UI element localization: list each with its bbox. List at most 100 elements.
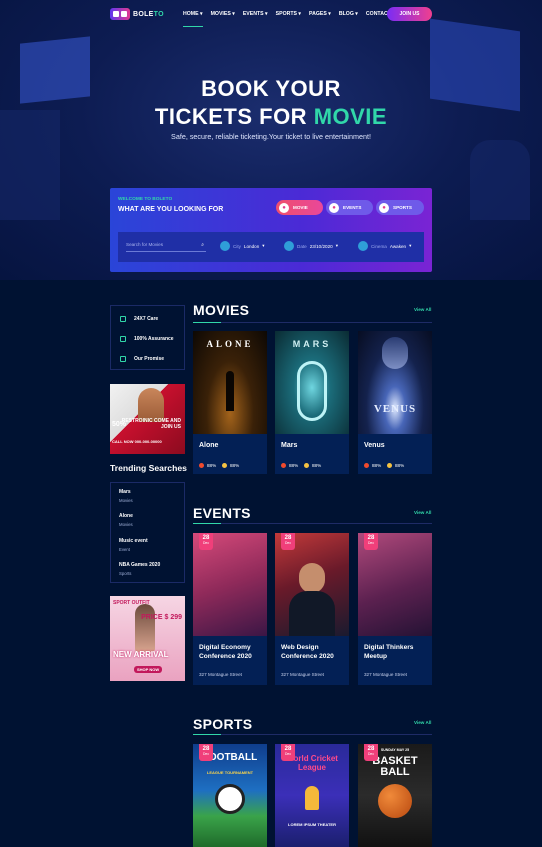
feature-care: 24X7 Care bbox=[120, 316, 158, 322]
ticket-icon bbox=[110, 8, 130, 20]
popcorn-icon bbox=[387, 463, 392, 468]
nav-pages[interactable]: PAGES ▾ bbox=[309, 11, 331, 27]
tomato-icon bbox=[364, 463, 369, 468]
event-image: 28 Dec bbox=[275, 533, 349, 636]
main-nav: HOME ▾ MOVIES ▾ EVENTS ▾ SPORTS ▾ PAGES … bbox=[183, 11, 391, 27]
popcorn-icon bbox=[222, 463, 227, 468]
ad-model-image bbox=[135, 604, 155, 652]
event-card[interactable]: 28 Dec Web Design Conference 2020 327 Mon… bbox=[275, 533, 349, 685]
shield-icon bbox=[120, 336, 126, 342]
date-select[interactable]: Date 23/10/2020 ▾ bbox=[284, 241, 338, 251]
type-movie-button[interactable]: ● MOVIE bbox=[276, 200, 323, 215]
movie-poster: MARS bbox=[275, 331, 349, 434]
audience-rating: 88% bbox=[387, 463, 404, 468]
event-card[interactable]: 28 Dec Digital Thinkers Meetup 327 Montag… bbox=[358, 533, 432, 685]
movie-card-mars[interactable]: MARS Mars 88% 88% bbox=[275, 331, 349, 474]
city-label: City bbox=[233, 243, 241, 249]
date-badge: 28 Dec bbox=[199, 744, 213, 761]
date-badge: 28 Dec bbox=[281, 533, 295, 550]
logo[interactable]: BOLETO bbox=[110, 8, 164, 20]
search-icon[interactable]: ⌕ bbox=[201, 242, 204, 248]
city-value: London bbox=[243, 243, 260, 249]
booking-welcome: WELCOME TO BOLETO bbox=[118, 197, 173, 202]
ad-model-image bbox=[138, 388, 164, 422]
trending-item[interactable]: Alone Movies bbox=[119, 513, 133, 527]
cinema-value: Awaken bbox=[389, 243, 407, 249]
city-icon bbox=[220, 241, 230, 251]
event-address: 327 Montague Street bbox=[364, 672, 407, 677]
trending-title: Trending Searches bbox=[110, 463, 187, 473]
movie-card-venus[interactable]: VENUS Venus 88% 88% bbox=[358, 331, 432, 474]
ad-call: CALL NOW 000-000-00000 bbox=[112, 439, 162, 444]
city-select[interactable]: City London ▾ bbox=[220, 241, 265, 251]
features-box: 24X7 Care 100% Assurance Our Promise bbox=[110, 305, 185, 370]
chevron-down-icon: ▾ bbox=[335, 243, 339, 248]
movie-icon: ● bbox=[279, 202, 289, 213]
movie-card-alone[interactable]: ALONE Alone 88% 88% bbox=[193, 331, 267, 474]
movie-name: Alone bbox=[199, 442, 219, 449]
trending-item[interactable]: NBA Games 2020 Sports bbox=[119, 562, 160, 576]
football-icon bbox=[215, 784, 245, 814]
support-icon bbox=[120, 316, 126, 322]
hero-figure-right bbox=[470, 140, 530, 220]
trophy-icon bbox=[305, 786, 319, 810]
ad-headline: NEW ARRIVAL bbox=[113, 650, 169, 659]
movies-title: MOVIES bbox=[193, 302, 250, 318]
movie-poster: VENUS bbox=[358, 331, 432, 434]
events-view-all[interactable]: View All bbox=[414, 510, 431, 515]
tomato-rating: 88% bbox=[364, 463, 381, 468]
search-input[interactable]: Search for Movies ⌕ bbox=[126, 242, 206, 252]
movie-poster: ALONE bbox=[193, 331, 267, 434]
event-card[interactable]: 28 Dec Digital Economy Conference 2020 32… bbox=[193, 533, 267, 685]
logo-text: BOLETO bbox=[133, 10, 164, 18]
trending-item[interactable]: Mars Movies bbox=[119, 489, 133, 503]
speaker-face bbox=[299, 563, 325, 593]
tomato-icon bbox=[199, 463, 204, 468]
nav-sports[interactable]: SPORTS ▾ bbox=[276, 11, 301, 27]
ad-headline: RESTROINIC COME AND JOIN US bbox=[121, 418, 181, 430]
poster-title: VENUS bbox=[373, 403, 417, 415]
nav-movies[interactable]: MOVIES ▾ bbox=[211, 11, 235, 27]
feature-promise: Our Promise bbox=[120, 356, 164, 362]
ad-price: PRICE $ 299 bbox=[141, 614, 182, 621]
date-badge: 28 Dec bbox=[364, 533, 378, 550]
nav-blog[interactable]: BLOG ▾ bbox=[339, 11, 358, 27]
trending-item[interactable]: Music event Event bbox=[119, 538, 148, 552]
event-info: Digital Economy Conference 2020 327 Mont… bbox=[193, 636, 267, 685]
sport-poster: World Cricket League LOREM IPSUM THEATER… bbox=[275, 744, 349, 847]
events-divider bbox=[193, 523, 432, 524]
poster-sub: LEAGUE TOURNAMENT bbox=[206, 770, 254, 775]
movies-view-all[interactable]: View All bbox=[414, 307, 431, 312]
nav-home[interactable]: HOME ▾ bbox=[183, 11, 203, 27]
sport-poster: SUNDAY MAY 25 BASKET BALL 28 Dec bbox=[358, 744, 432, 847]
type-events-button[interactable]: ● EVENTS bbox=[326, 200, 373, 215]
trending-list: Mars Movies Alone Movies Music event Event … bbox=[110, 482, 185, 583]
type-movie-label: MOVIE bbox=[293, 205, 308, 210]
hero-title-text: TICKETS FOR bbox=[154, 104, 314, 129]
events-title: EVENTS bbox=[193, 505, 251, 521]
hero-title-line2: TICKETS FOR MOVIE bbox=[0, 104, 542, 130]
movie-info: Alone 88% 88% bbox=[193, 434, 267, 474]
nav-events[interactable]: EVENTS ▾ bbox=[243, 11, 268, 27]
booking-panel: WELCOME TO BOLETO WHAT ARE YOU LOOKING F… bbox=[110, 188, 432, 272]
type-sports-button[interactable]: ● SPORTS bbox=[376, 200, 424, 215]
sport-card[interactable]: World Cricket League LOREM IPSUM THEATER… bbox=[275, 744, 349, 847]
movie-name: Venus bbox=[364, 442, 385, 449]
events-icon: ● bbox=[329, 202, 339, 213]
event-info: Web Design Conference 2020 327 Montague … bbox=[275, 636, 349, 685]
event-address: 327 Montague Street bbox=[199, 672, 242, 677]
sport-card[interactable]: SUNDAY MAY 25 BASKET BALL 28 Dec bbox=[358, 744, 432, 847]
type-sports-label: SPORTS bbox=[393, 205, 412, 210]
type-events-label: EVENTS bbox=[343, 205, 362, 210]
join-us-button[interactable]: JOIN US bbox=[387, 7, 432, 21]
sports-view-all[interactable]: View All bbox=[414, 720, 431, 725]
date-value: 23/10/2020 bbox=[309, 243, 333, 249]
ad-banner-restaurant[interactable]: 50% RESTROINIC COME AND JOIN US CALL NOW… bbox=[110, 384, 185, 454]
hero-title-line1: BOOK YOUR bbox=[201, 76, 341, 101]
shop-now-button[interactable]: SHOP NOW bbox=[134, 666, 163, 673]
sport-card[interactable]: FOOTBALL LEAGUE TOURNAMENT 28 Dec bbox=[193, 744, 267, 847]
cinema-select[interactable]: Cinema Awaken ▾ bbox=[358, 241, 411, 251]
audience-rating: 88% bbox=[304, 463, 321, 468]
cinema-label: Cinema bbox=[371, 243, 387, 249]
ad-banner-sport-outfit[interactable]: SPORT OUTFIT PRICE $ 299 NEW ARRIVAL SHO… bbox=[110, 596, 185, 681]
